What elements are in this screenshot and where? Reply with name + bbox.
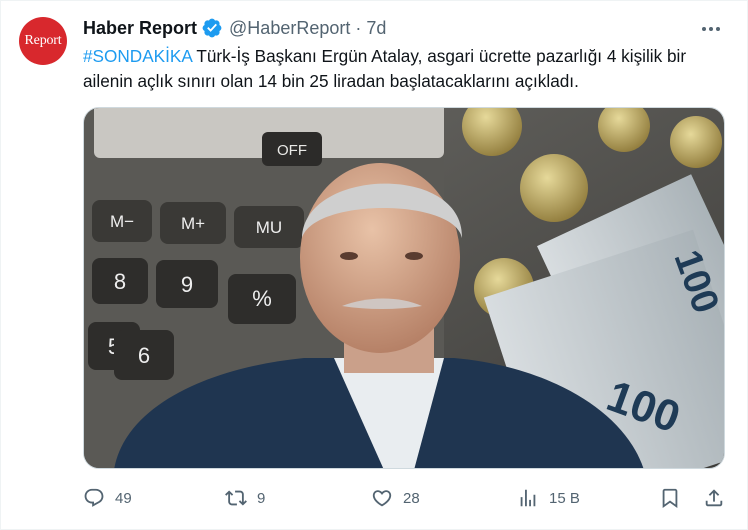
calc-key-off: OFF [277, 142, 307, 159]
retweet-count: 9 [257, 489, 266, 507]
views-icon [520, 489, 536, 507]
share-button[interactable] [703, 483, 725, 513]
display-name[interactable]: Haber Report [83, 18, 197, 39]
tweet-text: #SONDAKİKA Türk-İş Başkanı Ergün Atalay,… [83, 44, 733, 94]
separator-dot: · [355, 17, 362, 38]
calc-key-8: 8 [114, 269, 126, 294]
reply-count: 49 [115, 489, 132, 507]
reply-button[interactable]: 49 [83, 483, 132, 513]
views-count: 15 B [549, 489, 580, 507]
tweet-media-image[interactable]: OFF M− M+ MU 8 9 % 5 6 [83, 107, 725, 469]
tweet-card[interactable]: Report Haber Report @HaberReport · 7d #S… [0, 0, 748, 530]
like-icon [372, 490, 392, 507]
calc-key-mplus: M+ [181, 214, 205, 233]
user-handle[interactable]: @HaberReport [229, 18, 350, 39]
calc-key-mminus: M− [110, 212, 134, 231]
bookmark-icon [662, 488, 678, 509]
like-button[interactable]: 28 [371, 483, 420, 513]
retweet-icon [225, 490, 247, 506]
calc-key-mu: MU [256, 218, 282, 237]
calc-key-percent: % [252, 286, 272, 311]
tweet-header: Haber Report @HaberReport · 7d [83, 16, 386, 40]
share-icon [705, 489, 723, 507]
retweet-button[interactable]: 9 [225, 483, 265, 513]
views-button[interactable]: 15 B [517, 483, 580, 513]
reply-icon [84, 488, 104, 507]
like-count: 28 [403, 489, 420, 507]
calc-key-6: 6 [138, 343, 150, 368]
coin [670, 116, 722, 168]
verified-badge-icon [201, 17, 223, 39]
more-icon[interactable] [699, 17, 723, 41]
bookmark-button[interactable] [659, 483, 681, 513]
hashtag-link[interactable]: #SONDAKİKA [83, 46, 192, 66]
avatar-logo-text: Report [24, 33, 62, 48]
coin [520, 154, 588, 222]
timestamp[interactable]: 7d [366, 18, 386, 39]
calc-key-9: 9 [181, 272, 193, 297]
action-bar: 49 9 28 15 B [83, 483, 733, 513]
avatar[interactable]: Report [19, 17, 67, 65]
